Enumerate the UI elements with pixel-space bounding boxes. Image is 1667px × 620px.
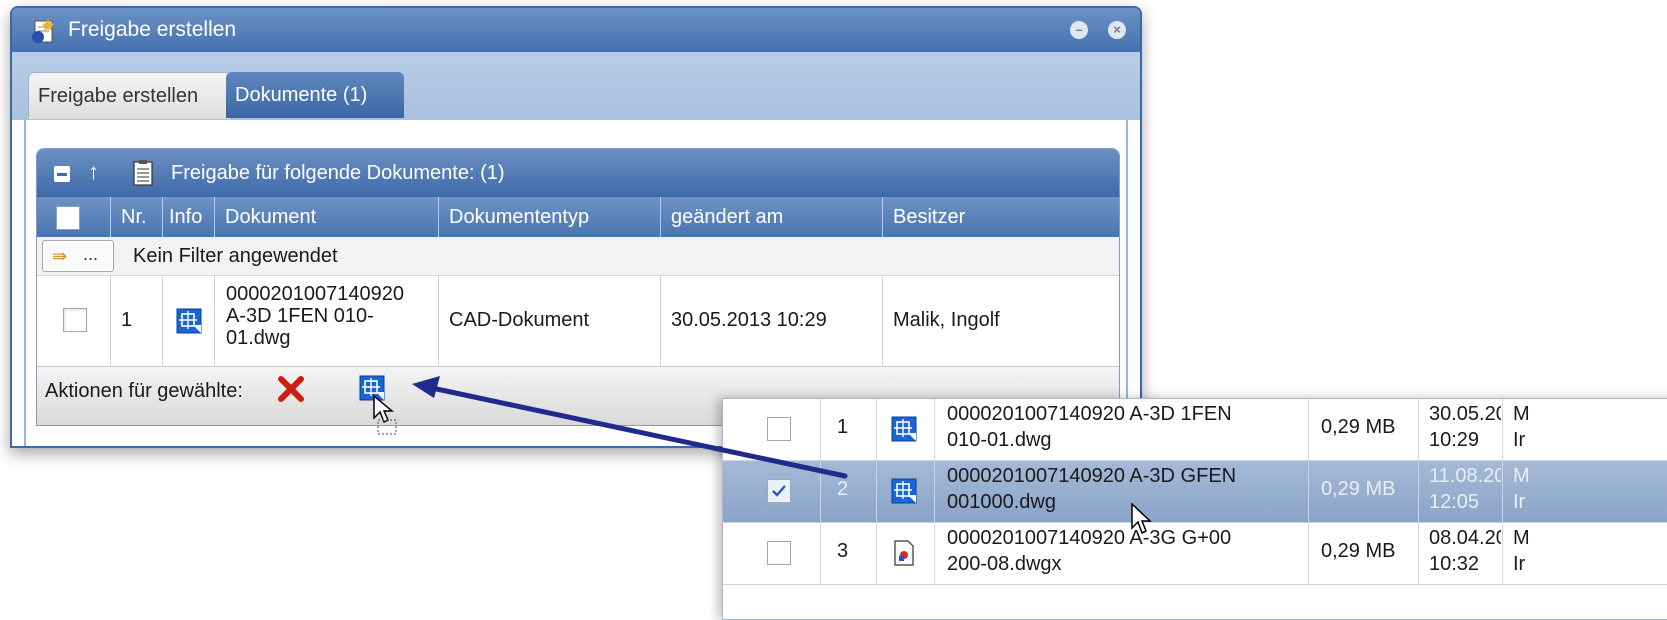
column-header-dokument[interactable]: Dokument [215,197,439,237]
filter-row: ⇛ ... Kein Filter angewendet [37,237,1119,276]
list-item-owner: M Ir [1513,527,1530,575]
document-list-popup: 1 0000201007140920 A-3D 1FEN 010-01.dwg … [722,398,1667,620]
dialog-titlebar[interactable]: Freigabe erstellen – × [12,8,1140,52]
list-item-nr-cell: 3 [821,523,877,584]
list-item[interactable]: 1 0000201007140920 A-3D 1FEN 010-01.dwg … [723,399,1667,461]
row-dokument-cell: 0000201007140920 A-3D 1FEN 010- 01.dwg [215,276,439,366]
row-besitzer: Malik, Ingolf [893,309,1000,331]
column-header-besitzer[interactable]: Besitzer [883,197,1119,237]
filter-icon: ⇛ [52,246,68,266]
filter-button[interactable]: ⇛ ... [42,240,114,272]
row-dokument[interactable]: 0000201007140920 A-3D 1FEN 010- 01.dwg [226,283,426,349]
list-item-icon-cell [877,461,935,522]
list-item-size-cell: 0,29 MB [1309,523,1419,584]
list-item-date-cell: 11.08.2011 12:05 [1419,461,1503,522]
minimize-button[interactable]: – [1070,21,1088,39]
list-item-size: 0,29 MB [1321,416,1396,438]
row-nr: 1 [121,309,133,331]
list-item-owner-cell: M Ir [1503,523,1667,584]
list-item-nr-cell: 2 [821,461,877,522]
list-item-select-cell [723,523,821,584]
tab-freigabe-erstellen[interactable]: Freigabe erstellen [28,72,232,119]
checkmark-icon [772,485,786,497]
row-geaendert-am: 30.05.2013 10:29 [671,309,827,331]
row-select-cell [37,276,111,366]
list-item-date: 30.05.2013 10:29 [1429,403,1501,451]
row-dokumententyp: CAD-Dokument [449,309,590,331]
pdf-document-icon[interactable] [893,540,915,566]
row-geaendert-cell: 30.05.2013 10:29 [661,276,883,366]
column-header-dokumententyp[interactable]: Dokumententyp [439,197,661,237]
select-all-checkbox[interactable] [56,206,80,230]
dialog-title: Freigabe erstellen [68,18,237,41]
list-item-owner-cell: M Ir [1503,399,1667,460]
row-besitzer-cell: Malik, Ingolf [883,276,1119,366]
filter-status-text: Kein Filter angewendet [133,245,338,267]
list-item-nr: 1 [837,416,849,438]
documents-panel: ↑ Freigabe für folgende Dokumente: (1) N… [36,148,1120,426]
cad-document-icon[interactable] [176,308,202,334]
list-item-selected[interactable]: 2 0000201007140920 A-3D GFEN 001000.dwg … [723,461,1667,523]
column-header-nr[interactable]: Nr. [111,197,163,237]
tab-dokumente[interactable]: Dokumente (1) [226,72,404,118]
panel-title: Freigabe für folgende Dokumente: (1) [171,162,505,184]
list-item-checkbox[interactable] [767,417,791,441]
list-item-date: 11.08.2011 12:05 [1429,465,1501,513]
document-list-icon [133,160,153,186]
drag-cursor-icon [373,394,397,435]
actions-label: Aktionen für gewählte: [45,380,243,402]
list-item-owner: M Ir [1513,465,1530,513]
column-header-info[interactable]: Info [163,197,215,237]
list-item-name-cell: 0000201007140920 A-3D GFEN 001000.dwg [935,461,1309,522]
list-item-size-cell: 0,29 MB [1309,461,1419,522]
tab-strip: Freigabe erstellen Dokumente (1) [12,52,1140,120]
list-item-nr-cell: 1 [821,399,877,460]
arrow-up-icon[interactable]: ↑ [88,159,99,185]
list-item-name: 0000201007140920 A-3D 1FEN 010-01.dwg [947,403,1232,451]
list-item-checkbox-checked[interactable] [767,479,791,503]
filter-button-dots: ... [83,244,99,264]
table-row[interactable]: 1 0000201007140920 A-3D 1FEN 010- 01.dwg… [37,276,1119,367]
list-item[interactable]: 3 0000201007140920 A-3G G+00 200-08.dwgx… [723,523,1667,585]
list-item-nr: 2 [837,478,849,500]
release-dialog: Freigabe erstellen – × Freigabe erstelle… [10,6,1142,448]
list-item-name-cell: 0000201007140920 A-3D 1FEN 010-01.dwg [935,399,1309,460]
collapse-icon[interactable] [54,166,70,182]
list-item-size: 0,29 MB [1321,540,1396,562]
list-item-nr: 3 [837,540,849,562]
panel-header: ↑ Freigabe für folgende Dokumente: (1) [37,149,1119,197]
list-item-date-cell: 08.04.2014 10:32 [1419,523,1503,584]
list-item-owner: M Ir [1513,403,1530,451]
select-all-cell [37,197,111,237]
list-item-checkbox[interactable] [767,541,791,565]
list-item-owner-cell: M Ir [1503,461,1667,522]
row-checkbox[interactable] [63,308,87,332]
list-item-size: 0,29 MB [1321,478,1396,500]
row-info-cell [163,276,215,366]
list-item-date: 08.04.2014 10:32 [1429,527,1501,575]
list-item-name-cell: 0000201007140920 A-3G G+00 200-08.dwgx [935,523,1309,584]
pointer-cursor-icon [1131,502,1152,535]
delete-x-icon[interactable] [277,375,305,403]
list-item-select-cell [723,461,821,522]
release-create-icon [32,19,54,43]
row-dokumententyp-cell: CAD-Dokument [439,276,661,366]
list-item-icon-cell [877,399,935,460]
column-header-geaendert-am[interactable]: geändert am [661,197,883,237]
list-item-select-cell [723,399,821,460]
row-nr-cell: 1 [111,276,163,366]
cad-document-icon[interactable] [891,416,917,442]
list-item-icon-cell [877,523,935,584]
list-item-size-cell: 0,29 MB [1309,399,1419,460]
list-item-name: 0000201007140920 A-3D GFEN 001000.dwg [947,465,1237,513]
grid-header: Nr. Info Dokument Dokumententyp geändert… [37,197,1119,237]
cad-document-icon[interactable] [891,478,917,504]
close-button[interactable]: × [1108,21,1126,39]
list-item-date-cell: 30.05.2013 10:29 [1419,399,1503,460]
list-item-name: 0000201007140920 A-3G G+00 200-08.dwgx [947,527,1232,575]
